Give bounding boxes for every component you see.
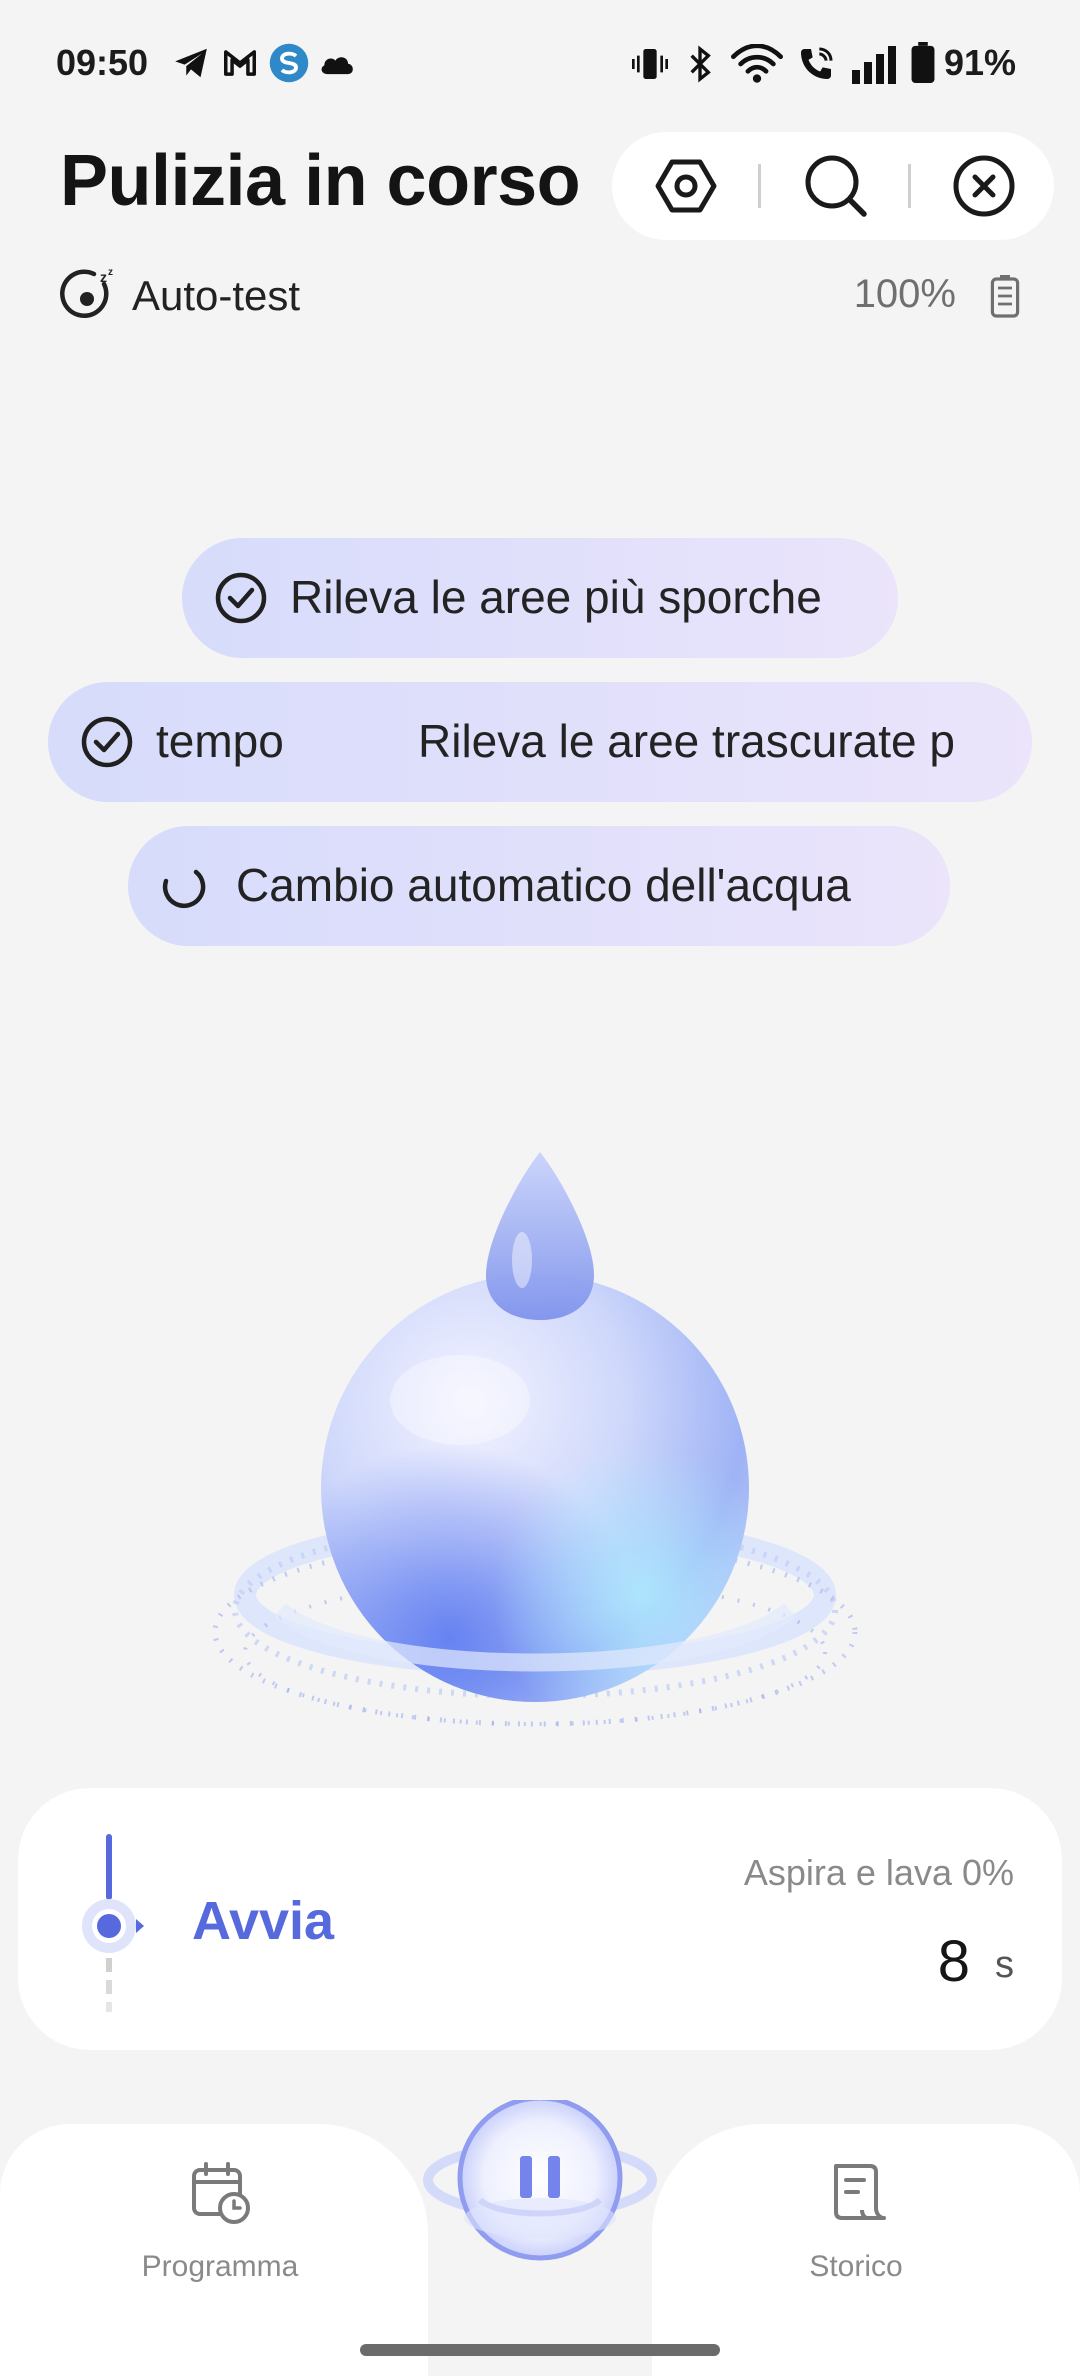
calendar-clock-icon bbox=[188, 2160, 252, 2224]
header-divider bbox=[908, 164, 911, 208]
status-time: 09:50 bbox=[56, 42, 149, 83]
progress-timeline-icon bbox=[74, 1834, 144, 2034]
task-label: Rileva le aree più sporche bbox=[290, 571, 822, 623]
search-button[interactable] bbox=[802, 152, 870, 220]
page-title: Pulizia in corso bbox=[60, 141, 581, 221]
svg-text:z: z bbox=[108, 267, 113, 278]
header-actions bbox=[612, 132, 1054, 240]
app-s-icon bbox=[268, 42, 310, 84]
pause-icon bbox=[512, 2150, 568, 2206]
task-label-marquee: Rileva le aree trascurate p bbox=[418, 715, 955, 767]
device-battery-level: 100% bbox=[853, 272, 956, 316]
nav-label-history: Storico bbox=[809, 2250, 903, 2283]
battery-icon bbox=[910, 42, 936, 84]
nav-label-schedule: Programma bbox=[141, 2250, 299, 2283]
close-button[interactable] bbox=[950, 152, 1018, 220]
nav-item-history[interactable]: Storico bbox=[756, 2160, 956, 2290]
phase-label: Avvia bbox=[192, 1891, 335, 1951]
wifi-call-icon bbox=[796, 44, 836, 84]
close-icon bbox=[950, 152, 1018, 220]
settings-button[interactable] bbox=[652, 152, 720, 220]
self-test-icon: zz bbox=[60, 266, 118, 324]
nav-item-schedule[interactable]: Programma bbox=[120, 2160, 320, 2290]
loading-spinner-icon bbox=[156, 859, 210, 913]
wifi-icon bbox=[730, 44, 784, 84]
cleaning-progress-card: Avvia Aspira e lava 0% 8 s bbox=[18, 1788, 1062, 2050]
bottom-navigation: Programma Storico bbox=[0, 2100, 1080, 2376]
home-indicator[interactable] bbox=[360, 2344, 720, 2356]
pause-button[interactable] bbox=[420, 2100, 660, 2290]
telegram-icon bbox=[172, 44, 210, 82]
task-label: tempo bbox=[156, 715, 284, 767]
timer-value: 8 bbox=[937, 1929, 970, 1994]
cloud-icon bbox=[318, 48, 356, 78]
subheader: zz Auto-test 100% bbox=[60, 264, 1020, 324]
task-chip-neglected-areas: tempo Rileva le aree trascurate p bbox=[48, 682, 1032, 802]
check-circle-icon bbox=[214, 571, 268, 625]
signal-icon bbox=[850, 44, 898, 84]
phase-description: Aspira e lava 0% bbox=[743, 1852, 1014, 1893]
task-label: Cambio automatico dell'acqua bbox=[236, 859, 851, 911]
settings-icon bbox=[652, 152, 720, 220]
device-battery-icon bbox=[990, 274, 1020, 318]
history-document-icon bbox=[824, 2160, 888, 2224]
status-battery-percent: 91% bbox=[944, 42, 1017, 83]
bluetooth-icon bbox=[684, 44, 716, 84]
gmail-icon bbox=[220, 44, 260, 82]
vibrate-icon bbox=[630, 44, 670, 84]
check-circle-icon bbox=[80, 715, 134, 769]
mode-label: Auto-test bbox=[132, 272, 301, 319]
task-chip-water-change: Cambio automatico dell'acqua bbox=[128, 826, 950, 946]
task-chip-dirty-areas: Rileva le aree più sporche bbox=[182, 538, 898, 658]
status-bar: 09:50 91% bbox=[0, 0, 1080, 130]
header-divider bbox=[758, 164, 761, 208]
timer-unit: s bbox=[995, 1944, 1014, 1986]
svg-text:z: z bbox=[100, 269, 107, 285]
water-drop-illustration bbox=[170, 1140, 890, 1780]
search-icon bbox=[802, 152, 870, 220]
